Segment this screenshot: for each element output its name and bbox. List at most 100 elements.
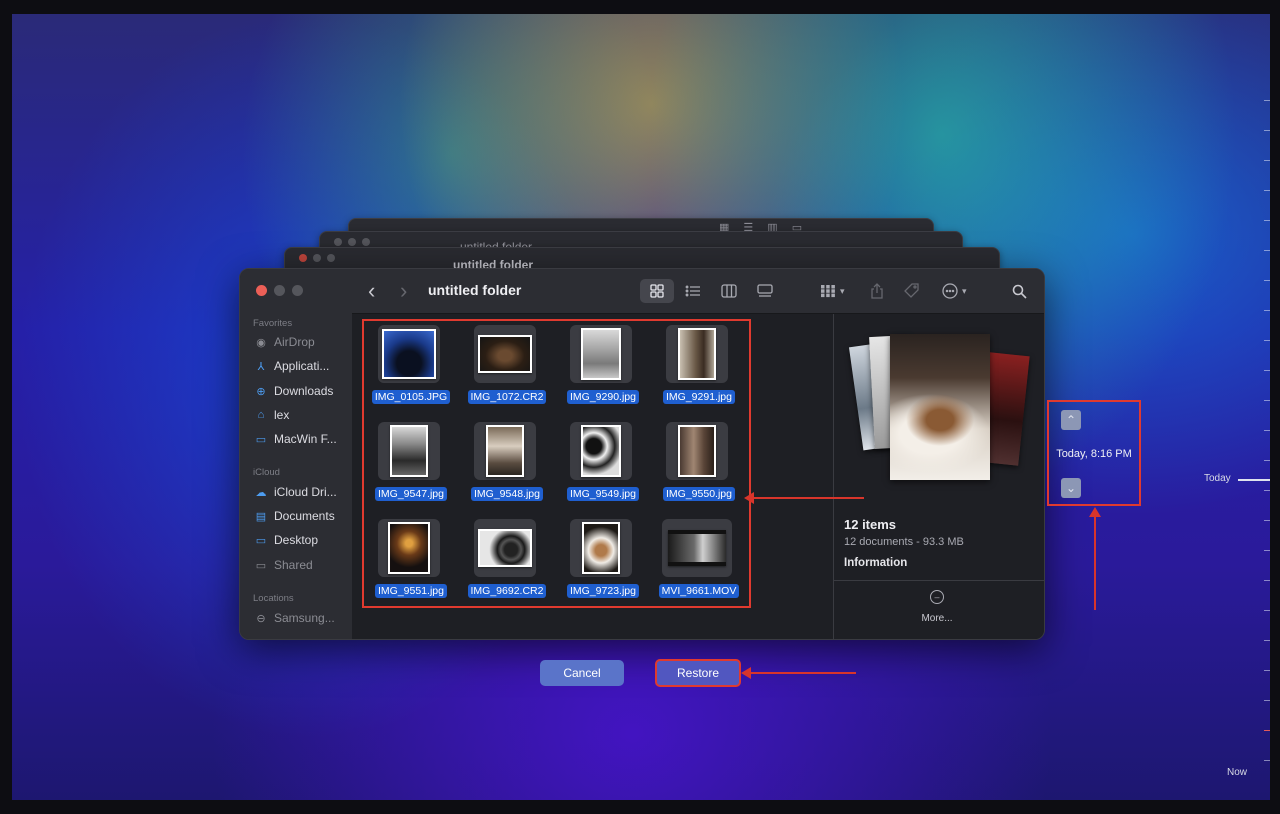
chevron-left-icon: ‹ xyxy=(368,278,376,303)
photo-thumbnail xyxy=(678,425,716,477)
toolbar: ‹ › untitled folder ▾ ▾ xyxy=(352,269,1044,314)
file-name: IMG_0105.JPG xyxy=(371,390,451,404)
tag-icon xyxy=(904,283,919,298)
forward-button[interactable]: › xyxy=(400,269,407,313)
file-item[interactable]: IMG_9547.jpg xyxy=(364,418,458,508)
chevron-down-icon: ▾ xyxy=(962,285,967,296)
file-thumbnail-frame xyxy=(570,325,632,383)
sidebar-item-documents[interactable]: ▤ Documents xyxy=(254,509,335,523)
sidebar-item-label: Applicati... xyxy=(274,359,330,373)
file-item[interactable]: IMG_9549.jpg xyxy=(556,418,650,508)
ghost-window-controls xyxy=(299,254,335,262)
gallery-view-button[interactable] xyxy=(748,279,782,303)
file-item[interactable]: MVI_9661.MOV xyxy=(652,515,746,605)
timeline-tick xyxy=(1264,340,1270,341)
photo-thumbnail xyxy=(581,328,621,380)
timeline-tick xyxy=(1264,580,1270,581)
group-grid-icon xyxy=(821,285,835,298)
share-button[interactable] xyxy=(870,269,884,313)
timeline-tick xyxy=(1264,280,1270,281)
column-view-button[interactable] xyxy=(712,279,746,303)
sidebar-item-desktop[interactable]: ▭ Desktop xyxy=(254,533,318,547)
sidebar-item-samsung[interactable]: ⊖ Samsung... xyxy=(254,611,335,625)
sidebar-item-shared[interactable]: ▭ Shared xyxy=(254,558,313,572)
close-button[interactable] xyxy=(256,285,267,296)
photo-thumbnail xyxy=(478,335,532,373)
backup-timeline[interactable] xyxy=(1254,90,1270,790)
view-mode-group xyxy=(640,279,782,303)
photo-thumbnail xyxy=(581,425,621,477)
timeline-tick xyxy=(1264,220,1270,221)
sidebar-item-label: Downloads xyxy=(274,384,334,398)
file-name: IMG_9551.jpg xyxy=(375,584,447,598)
timeline-tick xyxy=(1264,370,1270,371)
annotation-arrow-files xyxy=(752,497,864,499)
sidebar-item-applications[interactable]: ⅄ Applicati... xyxy=(254,359,330,373)
photo-thumbnail xyxy=(390,425,428,477)
icon-view-button[interactable] xyxy=(640,279,674,303)
next-backup-button[interactable]: ⌄ xyxy=(1061,478,1081,498)
file-item[interactable]: IMG_9548.jpg xyxy=(460,418,554,508)
window-controls xyxy=(256,285,303,296)
zoom-button[interactable] xyxy=(292,285,303,296)
group-button[interactable]: ▾ xyxy=(820,269,845,313)
file-name: IMG_9723.jpg xyxy=(567,584,639,598)
annotation-arrowhead xyxy=(741,667,751,679)
file-thumbnail-frame xyxy=(666,422,728,480)
shared-folder-icon: ▭ xyxy=(255,559,267,572)
chevron-up-icon: ⌃ xyxy=(1065,413,1077,427)
timeline-tick xyxy=(1264,670,1270,671)
sidebar-section-icloud: iCloud xyxy=(253,467,280,478)
sidebar-item-downloads[interactable]: ⊕ Downloads xyxy=(254,384,333,398)
annotation-arrow-date xyxy=(1094,516,1096,610)
more-circle-icon[interactable]: – xyxy=(930,590,944,604)
file-item[interactable]: IMG_9723.jpg xyxy=(556,515,650,605)
file-name: IMG_9548.jpg xyxy=(471,487,543,501)
annotation-arrow-restore xyxy=(750,672,856,674)
action-menu-button[interactable]: ▾ xyxy=(942,269,967,313)
file-item[interactable]: IMG_9551.jpg xyxy=(364,515,458,605)
timeline-tick xyxy=(1264,700,1270,701)
timeline-tick xyxy=(1264,130,1270,131)
photo-thumbnail xyxy=(486,425,524,477)
file-thumbnail-frame xyxy=(474,325,536,383)
minimize-button[interactable] xyxy=(274,285,285,296)
photo-thumbnail xyxy=(382,329,436,379)
selected-files-grid: IMG_0105.JPG IMG_1072.CR2 IMG_9290.jpg I… xyxy=(362,319,751,608)
folder-icon: ▭ xyxy=(255,433,267,446)
file-name: IMG_9547.jpg xyxy=(375,487,447,501)
cancel-button[interactable]: Cancel xyxy=(540,660,624,686)
sidebar-item-airdrop[interactable]: ◉ AirDrop xyxy=(254,335,315,349)
timeline-tick xyxy=(1264,610,1270,611)
file-name: IMG_9291.jpg xyxy=(663,390,735,404)
downloads-icon: ⊕ xyxy=(256,385,266,398)
timeline-tick xyxy=(1264,730,1270,731)
list-icon xyxy=(685,285,700,297)
search-button[interactable] xyxy=(1012,269,1027,313)
file-name: IMG_9692.CR2 xyxy=(467,584,547,598)
file-item[interactable]: IMG_0105.JPG xyxy=(364,321,458,411)
grid-icon xyxy=(650,284,664,298)
time-navigation-box: ⌃ Today, 8:16 PM ⌄ xyxy=(1047,400,1141,506)
sidebar-item-home[interactable]: ⌂ lex xyxy=(254,408,290,422)
annotation-arrowhead xyxy=(1089,507,1101,517)
airdrop-icon: ◉ xyxy=(256,336,266,349)
photo-thumbnail xyxy=(388,522,430,574)
restore-button[interactable]: Restore xyxy=(655,659,741,687)
back-button[interactable]: ‹ xyxy=(368,269,375,313)
sidebar-item-label: Samsung... xyxy=(274,611,335,625)
sidebar-item-label: Shared xyxy=(274,558,313,572)
file-item[interactable]: IMG_9290.jpg xyxy=(556,321,650,411)
file-item[interactable]: IMG_1072.CR2 xyxy=(460,321,554,411)
previous-backup-button[interactable]: ⌃ xyxy=(1061,410,1081,430)
file-item[interactable]: IMG_9550.jpg xyxy=(652,418,746,508)
sidebar-item-icloud-drive[interactable]: ☁ iCloud Dri... xyxy=(254,485,337,499)
file-item[interactable]: IMG_9291.jpg xyxy=(652,321,746,411)
more-button[interactable]: More... xyxy=(834,613,1040,624)
list-view-button[interactable] xyxy=(676,279,710,303)
sidebar-item-macwin[interactable]: ▭ MacWin F... xyxy=(254,432,337,446)
tag-button[interactable] xyxy=(904,269,920,313)
file-item[interactable]: IMG_9692.CR2 xyxy=(460,515,554,605)
file-thumbnail-frame xyxy=(474,422,536,480)
file-thumbnail-frame xyxy=(666,325,728,383)
